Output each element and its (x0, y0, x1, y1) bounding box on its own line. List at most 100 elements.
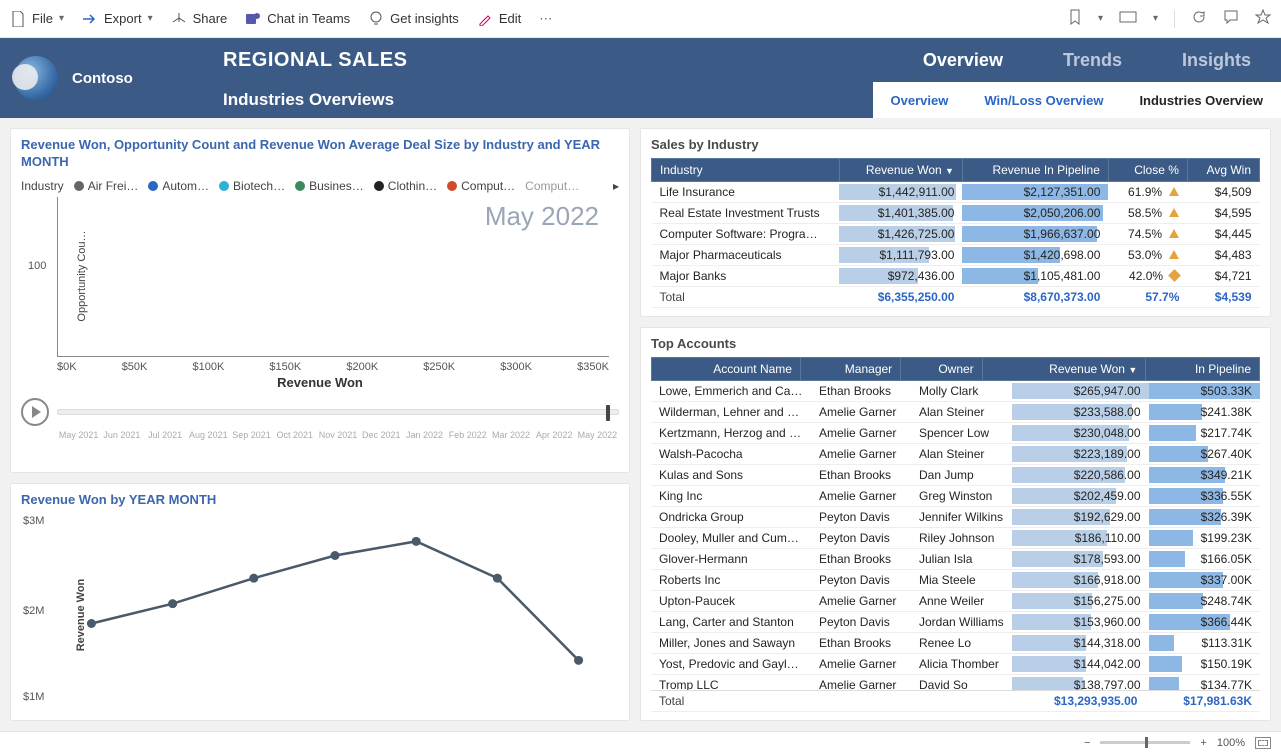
divider (1174, 10, 1175, 28)
table-row[interactable]: Major Banks $972,436.00 $1,105,481.00 42… (652, 266, 1260, 287)
edit-label: Edit (499, 11, 521, 26)
table-row[interactable]: Real Estate Investment Trusts $1,401,385… (652, 203, 1260, 224)
toolbar: File ▾ Export ▾ Share Chat in Teams Get … (0, 0, 1281, 38)
share-icon (171, 11, 187, 27)
share-button[interactable]: Share (171, 11, 228, 27)
page-title: REGIONAL SALES (195, 49, 893, 72)
sales-table-card: Sales by Industry Industry Revenue Won ▼… (640, 128, 1271, 317)
comment-icon[interactable] (1223, 9, 1239, 28)
table-row[interactable]: Kertzmann, Herzog and Gerhold Amelie Gar… (651, 423, 1260, 444)
sort-down-icon: ▼ (945, 166, 954, 176)
line-xticks: May 2021Jun 2021Jul 2021Aug 2021Sep 2021… (61, 719, 609, 721)
scatter-ytick: 100 (28, 260, 46, 272)
table-row[interactable]: Major Pharmaceuticals $1,111,793.00 $1,4… (652, 245, 1260, 266)
tab-trends[interactable]: Trends (1033, 38, 1152, 82)
col-won[interactable]: Revenue Won ▼ (982, 358, 1146, 381)
share-label: Share (193, 11, 228, 26)
accounts-total-row: Total $13,293,935.00 $17,981.63K (651, 691, 1260, 712)
zoom-slider[interactable] (1100, 741, 1190, 744)
sort-down-icon: ▼ (1128, 365, 1137, 375)
col-own[interactable]: Owner (901, 358, 982, 381)
legend-item[interactable]: Biotech… (219, 179, 285, 193)
export-label: Export (104, 11, 142, 26)
chevron-down-icon[interactable]: ▾ (1153, 13, 1158, 24)
tab-overview[interactable]: Overview (893, 38, 1033, 82)
teams-button[interactable]: Chat in Teams (245, 11, 350, 27)
triangle-up-icon (1169, 250, 1179, 259)
more-menu[interactable]: ⋯ (539, 11, 552, 27)
table-row[interactable]: Miller, Jones and Sawayn Ethan Brooks Re… (651, 633, 1260, 654)
edit-button[interactable]: Edit (477, 11, 521, 27)
table-row[interactable]: Yost, Predovic and Gaylord Amelie Garner… (651, 654, 1260, 675)
table-row[interactable]: Life Insurance $1,442,911.00 $2,127,351.… (652, 182, 1260, 203)
legend-item[interactable]: Comput… (525, 179, 579, 193)
col-won[interactable]: Revenue Won ▼ (839, 159, 962, 182)
timeline-labels: May 2021Jun 2021Jul 2021Aug 2021Sep 2021… (57, 430, 619, 440)
legend-item[interactable]: Clothin… (374, 179, 437, 193)
zoom-in-button[interactable]: + (1200, 737, 1206, 749)
col-industry[interactable]: Industry (652, 159, 840, 182)
chevron-down-icon: ▾ (148, 13, 153, 24)
chevron-down-icon[interactable]: ▾ (1098, 13, 1103, 24)
table-row[interactable]: Upton-Paucek Amelie Garner Anne Weiler $… (651, 591, 1260, 612)
col-close[interactable]: Close % (1108, 159, 1187, 182)
subtab-industries[interactable]: Industries Overview (1121, 82, 1281, 118)
table-row[interactable]: Lowe, Emmerich and Casper Ethan Brooks M… (651, 381, 1260, 402)
top-tabs: Overview Trends Insights (893, 38, 1281, 82)
scatter-legend: Industry Air Frei… Autom… Biotech… Busin… (21, 179, 619, 193)
teams-label: Chat in Teams (267, 11, 350, 26)
table-row[interactable]: Lang, Carter and Stanton Peyton Davis Jo… (651, 612, 1260, 633)
tab-insights[interactable]: Insights (1152, 38, 1281, 82)
pencil-icon (477, 11, 493, 27)
col-pipe[interactable]: Revenue In Pipeline (962, 159, 1108, 182)
subtab-overview[interactable]: Overview (873, 82, 967, 118)
sales-table-title: Sales by Industry (651, 137, 1260, 152)
fit-to-page-icon[interactable] (1255, 737, 1271, 749)
view-icon[interactable] (1119, 10, 1137, 27)
content: Revenue Won, Opportunity Count and Reven… (0, 118, 1281, 731)
brand: Contoso (0, 38, 195, 118)
timeline-slider[interactable] (57, 409, 619, 415)
line-chart[interactable]: Revenue Won $3M $2M $1M (61, 515, 609, 715)
export-menu[interactable]: Export ▾ (82, 11, 153, 27)
header-banner: Contoso REGIONAL SALES Overview Trends I… (0, 38, 1281, 118)
col-pipe[interactable]: In Pipeline (1146, 358, 1260, 381)
bookmark-icon[interactable] (1068, 9, 1082, 28)
refresh-icon[interactable] (1191, 9, 1207, 28)
table-row[interactable]: Kulas and Sons Ethan Brooks Dan Jump $22… (651, 465, 1260, 486)
table-row[interactable]: Wilderman, Lehner and Runte Amelie Garne… (651, 402, 1260, 423)
line-chart-card: Revenue Won by YEAR MONTH Revenue Won $3… (10, 483, 630, 721)
col-avg[interactable]: Avg Win (1187, 159, 1259, 182)
col-mgr[interactable]: Manager (800, 358, 900, 381)
legend-item[interactable]: Autom… (148, 179, 209, 193)
table-row[interactable]: Computer Software: Progra… $1,426,725.00… (652, 224, 1260, 245)
legend-item[interactable]: Comput… (447, 179, 515, 193)
legend-next-icon[interactable]: ▸ (613, 179, 619, 193)
legend-item[interactable]: Busines… (295, 179, 364, 193)
table-row[interactable]: Tromp LLC Amelie Garner David So $138,79… (651, 675, 1260, 691)
table-row[interactable]: Walsh-Pacocha Amelie Garner Alan Steiner… (651, 444, 1260, 465)
teams-icon (245, 11, 261, 27)
zoom-value: 100% (1217, 737, 1245, 749)
legend-label: Industry (21, 179, 64, 193)
table-row[interactable]: Glover-Hermann Ethan Brooks Julian Isla … (651, 549, 1260, 570)
file-menu[interactable]: File ▾ (10, 11, 64, 27)
scatter-plot[interactable]: Opportunity Cou… 100 May 2022 (57, 197, 609, 357)
triangle-up-icon (1169, 187, 1179, 196)
legend-item[interactable]: Air Frei… (74, 179, 139, 193)
table-row[interactable]: Roberts Inc Peyton Davis Mia Steele $166… (651, 570, 1260, 591)
scatter-card: Revenue Won, Opportunity Count and Reven… (10, 128, 630, 473)
table-row[interactable]: King Inc Amelie Garner Greg Winston $202… (651, 486, 1260, 507)
star-icon[interactable] (1255, 9, 1271, 28)
subtab-winloss[interactable]: Win/Loss Overview (966, 82, 1121, 118)
play-button[interactable] (21, 398, 49, 426)
table-row[interactable]: Dooley, Muller and Cummerata Peyton Davi… (651, 528, 1260, 549)
zoom-out-button[interactable]: − (1084, 737, 1090, 749)
lightbulb-icon (368, 11, 384, 27)
footer: − + 100% (0, 731, 1281, 753)
insights-button[interactable]: Get insights (368, 11, 459, 27)
table-row[interactable]: Ondricka Group Peyton Davis Jennifer Wil… (651, 507, 1260, 528)
col-name[interactable]: Account Name (652, 358, 801, 381)
slider-thumb[interactable] (606, 405, 610, 421)
toolbar-right: ▾ ▾ (1068, 9, 1271, 28)
